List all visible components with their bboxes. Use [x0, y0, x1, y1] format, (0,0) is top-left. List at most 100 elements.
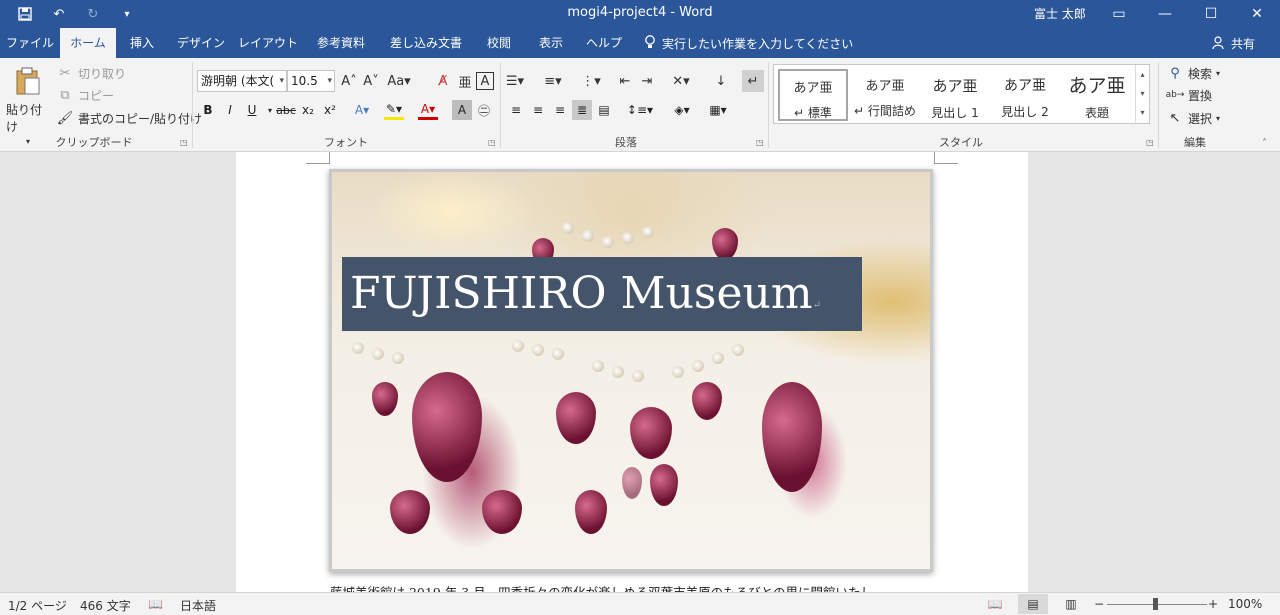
zoom-out-button[interactable]: −	[1094, 597, 1104, 611]
clipboard-icon	[13, 66, 43, 99]
style-no-spacing[interactable]: あア亜 ↵ 行間詰め	[850, 69, 920, 121]
tab-file[interactable]: ファイル	[0, 28, 60, 58]
style-title[interactable]: あア亜 表題	[1062, 69, 1132, 121]
numbering-button[interactable]: ≡▾	[544, 72, 562, 90]
font-color-button[interactable]: A▾	[418, 100, 438, 120]
clear-formatting-icon: A̸	[438, 73, 448, 89]
format-painter-button[interactable]: 🖌 書式のコピー/貼り付け	[56, 109, 202, 127]
replace-icon: ab→	[1165, 90, 1185, 100]
character-shading-button[interactable]: A	[452, 100, 472, 120]
superscript-button[interactable]: x²	[320, 100, 340, 120]
shading-button[interactable]: ◈▾	[668, 100, 696, 120]
web-layout-icon[interactable]: ▥	[1056, 594, 1086, 614]
document-area: FUJISHIRO Museum↵ 藤城美術館は 2019 年 3 月、四季折々…	[0, 152, 1280, 592]
asian-layout-button[interactable]: ✕▾	[672, 72, 690, 90]
sort-icon: ↓	[715, 73, 727, 89]
minimize-icon[interactable]: —	[1142, 0, 1188, 28]
character-border-icon: A	[476, 72, 494, 90]
multilevel-list-icon: ⋮▾	[581, 73, 601, 89]
italic-button[interactable]: I	[220, 100, 240, 120]
tab-view[interactable]: 表示	[528, 28, 574, 58]
font-size-select[interactable]: 10.5 ▾	[287, 70, 335, 92]
replace-button[interactable]: ab→ 置換	[1166, 86, 1212, 104]
styles-scroll[interactable]: ▴ ▾ ▾	[1135, 65, 1149, 123]
zoom-level[interactable]: 100%	[1228, 597, 1262, 611]
highlight-button[interactable]: ✎▾	[384, 100, 404, 120]
user-name[interactable]: 富士 太郎	[1034, 5, 1086, 22]
tab-mailings[interactable]: 差し込み文書	[382, 28, 470, 58]
sort-button[interactable]: ↓	[712, 72, 730, 90]
tab-review[interactable]: 校閲	[476, 28, 522, 58]
cut-button[interactable]: ✂ 切り取り	[56, 64, 126, 82]
clear-formatting-button[interactable]: A̸	[434, 72, 452, 90]
tab-references[interactable]: 参考資料	[306, 28, 376, 58]
word-count[interactable]: 466 文字	[80, 597, 131, 614]
align-right-button[interactable]: ≡	[550, 100, 570, 120]
decrease-indent-button[interactable]: ⇤	[616, 72, 634, 90]
language[interactable]: 日本語	[180, 597, 216, 614]
zoom-slider-thumb[interactable]	[1153, 598, 1158, 610]
chandelier-image[interactable]	[329, 169, 933, 572]
bullets-button[interactable]: ☰▾	[506, 72, 524, 90]
bold-button[interactable]: B	[198, 100, 218, 120]
align-left-button[interactable]: ≡	[506, 100, 526, 120]
dialog-launcher-icon[interactable]: ◳	[180, 138, 188, 147]
shrink-font-button[interactable]: A˅	[362, 72, 380, 90]
multilevel-list-button[interactable]: ⋮▾	[581, 72, 601, 90]
style-normal[interactable]: あア亜 ↵ 標準	[778, 69, 848, 121]
tab-insert[interactable]: 挿入	[118, 28, 166, 58]
proofing-icon[interactable]: 📖	[148, 597, 163, 611]
phonetic-guide-button[interactable]: 亜	[456, 72, 474, 91]
font-name-select[interactable]: 游明朝 (本文( ▾	[197, 70, 287, 92]
show-marks-button[interactable]: ↵	[742, 70, 764, 92]
asian-layout-icon: ✕▾	[672, 73, 690, 89]
crop-mark	[934, 152, 958, 164]
numbering-icon: ≡▾	[544, 73, 562, 89]
character-border-button[interactable]: A	[476, 72, 494, 90]
increase-indent-button[interactable]: ⇥	[638, 72, 656, 90]
grow-font-button[interactable]: A˄	[340, 72, 358, 90]
find-button[interactable]: ⚲ 検索 ▾	[1166, 64, 1220, 82]
style-sample: あア亜	[932, 77, 978, 95]
copy-button[interactable]: ⧉ コピー	[56, 86, 114, 104]
underline-button[interactable]: U	[242, 100, 262, 120]
style-heading-2[interactable]: あア亜 見出し 2	[990, 69, 1060, 121]
line-spacing-button[interactable]: ↕≡▾	[626, 100, 654, 120]
page-count[interactable]: 1/2 ページ	[8, 597, 67, 614]
text-effects-button[interactable]: A▾	[352, 100, 372, 120]
close-icon[interactable]: ✕	[1234, 0, 1280, 28]
paragraph-group-label: 段落	[615, 136, 637, 149]
read-mode-icon[interactable]: 📖	[980, 594, 1010, 614]
dialog-launcher-icon[interactable]: ◳	[488, 138, 496, 147]
style-name: 見出し 1	[931, 106, 979, 120]
share-button[interactable]: 共有	[1212, 35, 1255, 52]
print-layout-icon[interactable]: ▤	[1018, 594, 1048, 614]
copy-icon: ⧉	[60, 87, 70, 103]
copy-label: コピー	[78, 88, 115, 103]
distributed-button[interactable]: ▤	[594, 100, 614, 120]
museum-title-text[interactable]: FUJISHIRO Museum↵	[342, 257, 862, 331]
body-paragraph[interactable]: 藤城美術館は 2019 年 3 月、四季折々の変化が楽しめる双葉市美原のもろびと…	[330, 582, 873, 592]
tab-help[interactable]: ヘルプ	[580, 28, 628, 58]
dialog-launcher-icon[interactable]: ◳	[756, 138, 764, 147]
borders-button[interactable]: ▦▾	[704, 100, 732, 120]
enclose-characters-button[interactable]: ㊁	[474, 100, 494, 120]
align-center-button[interactable]: ≡	[528, 100, 548, 120]
change-case-button[interactable]: Aa▾	[387, 72, 410, 90]
grow-font-icon: A˄	[341, 73, 357, 89]
justify-button[interactable]: ≣	[572, 100, 592, 120]
tell-me-box[interactable]: 実行したい作業を入力してください	[644, 35, 853, 52]
strikethrough-button[interactable]: abc	[276, 100, 296, 120]
ribbon-display-icon[interactable]: ▭	[1096, 0, 1142, 28]
tab-design[interactable]: デザイン	[170, 28, 232, 58]
dialog-launcher-icon[interactable]: ◳	[1146, 138, 1154, 147]
select-button[interactable]: ↖ 選択 ▾	[1166, 109, 1220, 127]
tab-layout[interactable]: レイアウト	[236, 28, 300, 58]
maximize-icon[interactable]: ☐	[1188, 0, 1234, 28]
zoom-in-button[interactable]: +	[1208, 597, 1218, 611]
collapse-ribbon-icon[interactable]: ˄	[1262, 138, 1267, 149]
tab-home[interactable]: ホーム	[60, 28, 116, 58]
style-heading-1[interactable]: あア亜 見出し 1	[920, 69, 990, 121]
subscript-button[interactable]: x₂	[298, 100, 318, 120]
styles-gallery: あア亜 ↵ 標準 あア亜 ↵ 行間詰め あア亜 見出し 1 あア亜 見出し 2 …	[773, 64, 1150, 124]
